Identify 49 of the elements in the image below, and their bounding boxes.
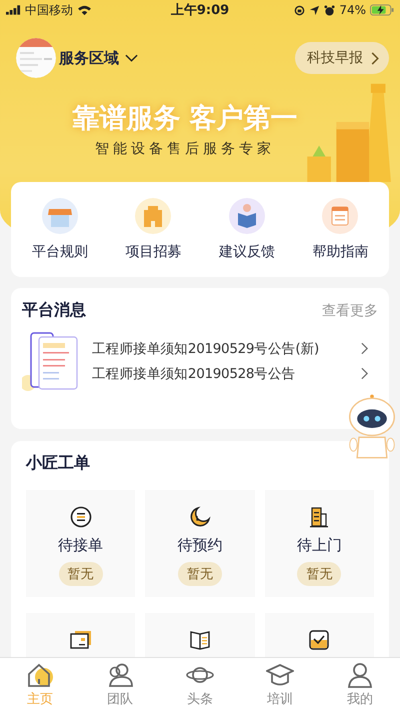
battery-icon: [370, 4, 394, 16]
graduation-cap-icon: [266, 662, 294, 688]
status-time: 上午9:09: [170, 2, 230, 19]
order-status-tile[interactable]: 待上门 暂无: [264, 490, 374, 597]
checkbox-icon: [308, 629, 330, 651]
wifi-icon: [77, 4, 92, 16]
storefront-icon: [42, 198, 78, 234]
shortcut-item[interactable]: 建议反馈: [218, 198, 275, 261]
order-status-tile[interactable]: 待预约 暂无: [145, 490, 255, 597]
battery-percent: 74%: [339, 3, 366, 17]
section-title: 小匠工单: [26, 453, 91, 474]
order-status-tile[interactable]: 待接单 暂无: [26, 490, 136, 597]
carrier-name: 中国移动: [25, 2, 73, 18]
chevron-down-icon: [125, 54, 138, 62]
notice-item[interactable]: 工程师接单须知20190528号公告: [92, 364, 378, 382]
list-icon: [70, 506, 92, 528]
notice-item[interactable]: 工程师接单须知20190529号公告(新): [92, 340, 378, 358]
tab-item[interactable]: 培训: [250, 662, 310, 708]
status-badge: 暂无: [58, 562, 103, 586]
section-title: 平台消息: [22, 300, 86, 321]
alarm-icon: [324, 4, 336, 16]
team-icon: [106, 662, 134, 688]
banner-subtitle: 智能设备售后服务专家: [94, 140, 276, 158]
chevron-right-icon: [361, 342, 368, 355]
location-icon: [309, 4, 320, 16]
card-icon: [70, 629, 92, 651]
status-badge: 暂无: [178, 562, 222, 586]
tab-item[interactable]: 我的: [330, 662, 390, 708]
calendar-icon: [322, 198, 358, 234]
location-dropdown[interactable]: 服务区域: [56, 48, 138, 68]
home-icon: [26, 662, 54, 688]
chevron-right-icon: [361, 367, 368, 380]
status-badge: 暂无: [297, 562, 342, 586]
shortcut-item[interactable]: 平台规则: [32, 198, 88, 261]
building-icon: [308, 506, 330, 528]
shortcut-item[interactable]: 项目招募: [125, 198, 182, 261]
news-button[interactable]: 科技早报: [295, 42, 389, 74]
reading-icon: [228, 198, 265, 234]
lock-rotation-icon: [294, 4, 306, 16]
shortcut-item[interactable]: 帮助指南: [312, 198, 368, 261]
signal-icon: [6, 5, 21, 15]
tab-item[interactable]: 头条: [170, 662, 230, 708]
chevron-right-icon: [371, 52, 379, 64]
building-icon: [135, 198, 172, 234]
banner-title: 靠谱服务 客户第一: [71, 102, 299, 136]
tab-item[interactable]: 团队: [90, 662, 150, 708]
book-icon: [188, 629, 211, 651]
user-icon: [346, 662, 374, 688]
moon-clock-icon: [188, 506, 211, 528]
